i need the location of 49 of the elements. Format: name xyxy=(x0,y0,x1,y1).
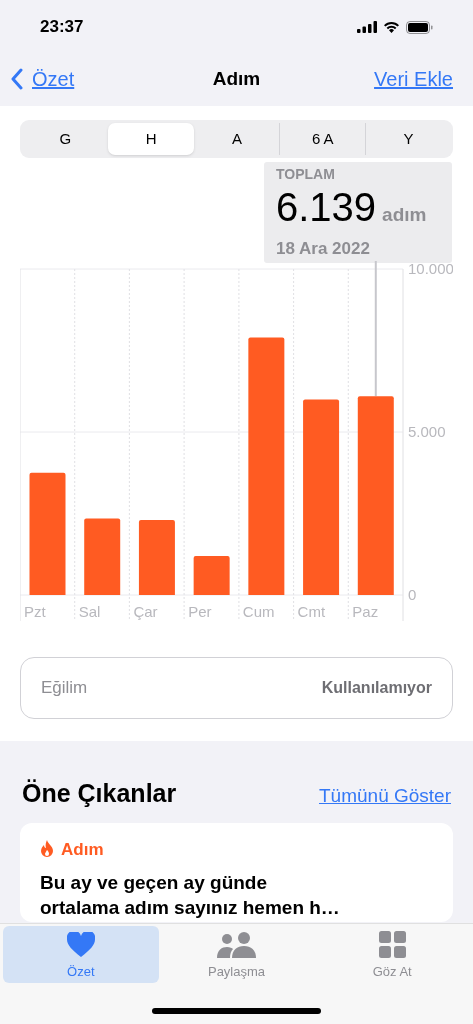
heart-icon xyxy=(66,931,95,958)
segment-tab[interactable]: Y xyxy=(365,123,451,155)
back-link[interactable]: Özet xyxy=(10,64,75,94)
chart-bar[interactable] xyxy=(303,399,340,595)
battery-icon xyxy=(406,20,433,34)
summary-unit: adım xyxy=(382,203,427,227)
x-axis-label: Cum xyxy=(242,603,275,620)
y-axis-label: 5.000 xyxy=(408,423,446,440)
segment-tab[interactable]: H xyxy=(107,123,194,155)
trend-value: Kullanılamıyor xyxy=(321,678,432,698)
segment-tab[interactable]: A xyxy=(193,123,280,155)
summary-value: 6.139 xyxy=(276,184,377,231)
segment-tab[interactable]: G xyxy=(22,123,108,155)
people-icon xyxy=(216,931,257,958)
grid-icon xyxy=(378,930,406,958)
flame-icon xyxy=(40,840,54,859)
chart-bar[interactable] xyxy=(29,472,66,595)
tab-bar-item[interactable]: Paylaşma xyxy=(158,926,315,983)
chart-bar[interactable] xyxy=(138,520,175,595)
tab-bar-item[interactable]: Göz At xyxy=(314,926,470,983)
x-axis-label: Paz xyxy=(352,603,379,620)
x-axis-label: Çar xyxy=(133,603,158,620)
chevron-left-icon xyxy=(10,68,24,90)
chart-bar[interactable] xyxy=(248,337,285,595)
y-axis-label: 0 xyxy=(408,586,417,603)
summary-label: TOPLAM xyxy=(276,165,336,183)
chart-bar[interactable] xyxy=(357,396,394,595)
show-all-link[interactable]: Tümünü Göster xyxy=(319,782,451,811)
y-axis-label: 10.000 xyxy=(408,261,453,277)
card-category: Adım xyxy=(61,838,104,861)
page-title: Adım xyxy=(212,66,261,91)
trend-row[interactable]: Eğilim Kullanılamıyor xyxy=(20,657,453,719)
status-time: 23:37 xyxy=(40,16,84,39)
summary-date: 18 Ara 2022 xyxy=(276,239,371,259)
x-axis-label: Cmt xyxy=(297,603,326,620)
chart-bar[interactable] xyxy=(84,518,121,595)
x-axis-label: Per xyxy=(188,603,212,620)
segment-tab[interactable]: 6 A xyxy=(279,123,366,155)
wifi-icon xyxy=(383,21,400,33)
x-axis-label: Pzt xyxy=(24,603,46,620)
signal-icon xyxy=(357,21,377,33)
card-text: Bu ay ve geçen ay günde ortalama adım sayınız hemen h… xyxy=(40,871,340,920)
x-axis-label: Sal xyxy=(78,603,101,620)
add-data-link[interactable]: Veri Ekle xyxy=(374,64,453,94)
tab-bar-item[interactable]: Özet xyxy=(3,926,159,983)
highlight-card[interactable]: Adım Bu ay ve geçen ay günde ortalama adım sayınız hemen h… xyxy=(20,822,453,922)
section-title: Öne Çıkanlar xyxy=(22,778,177,809)
trend-label: Eğilim xyxy=(41,677,88,700)
chart-bar[interactable] xyxy=(193,555,230,595)
